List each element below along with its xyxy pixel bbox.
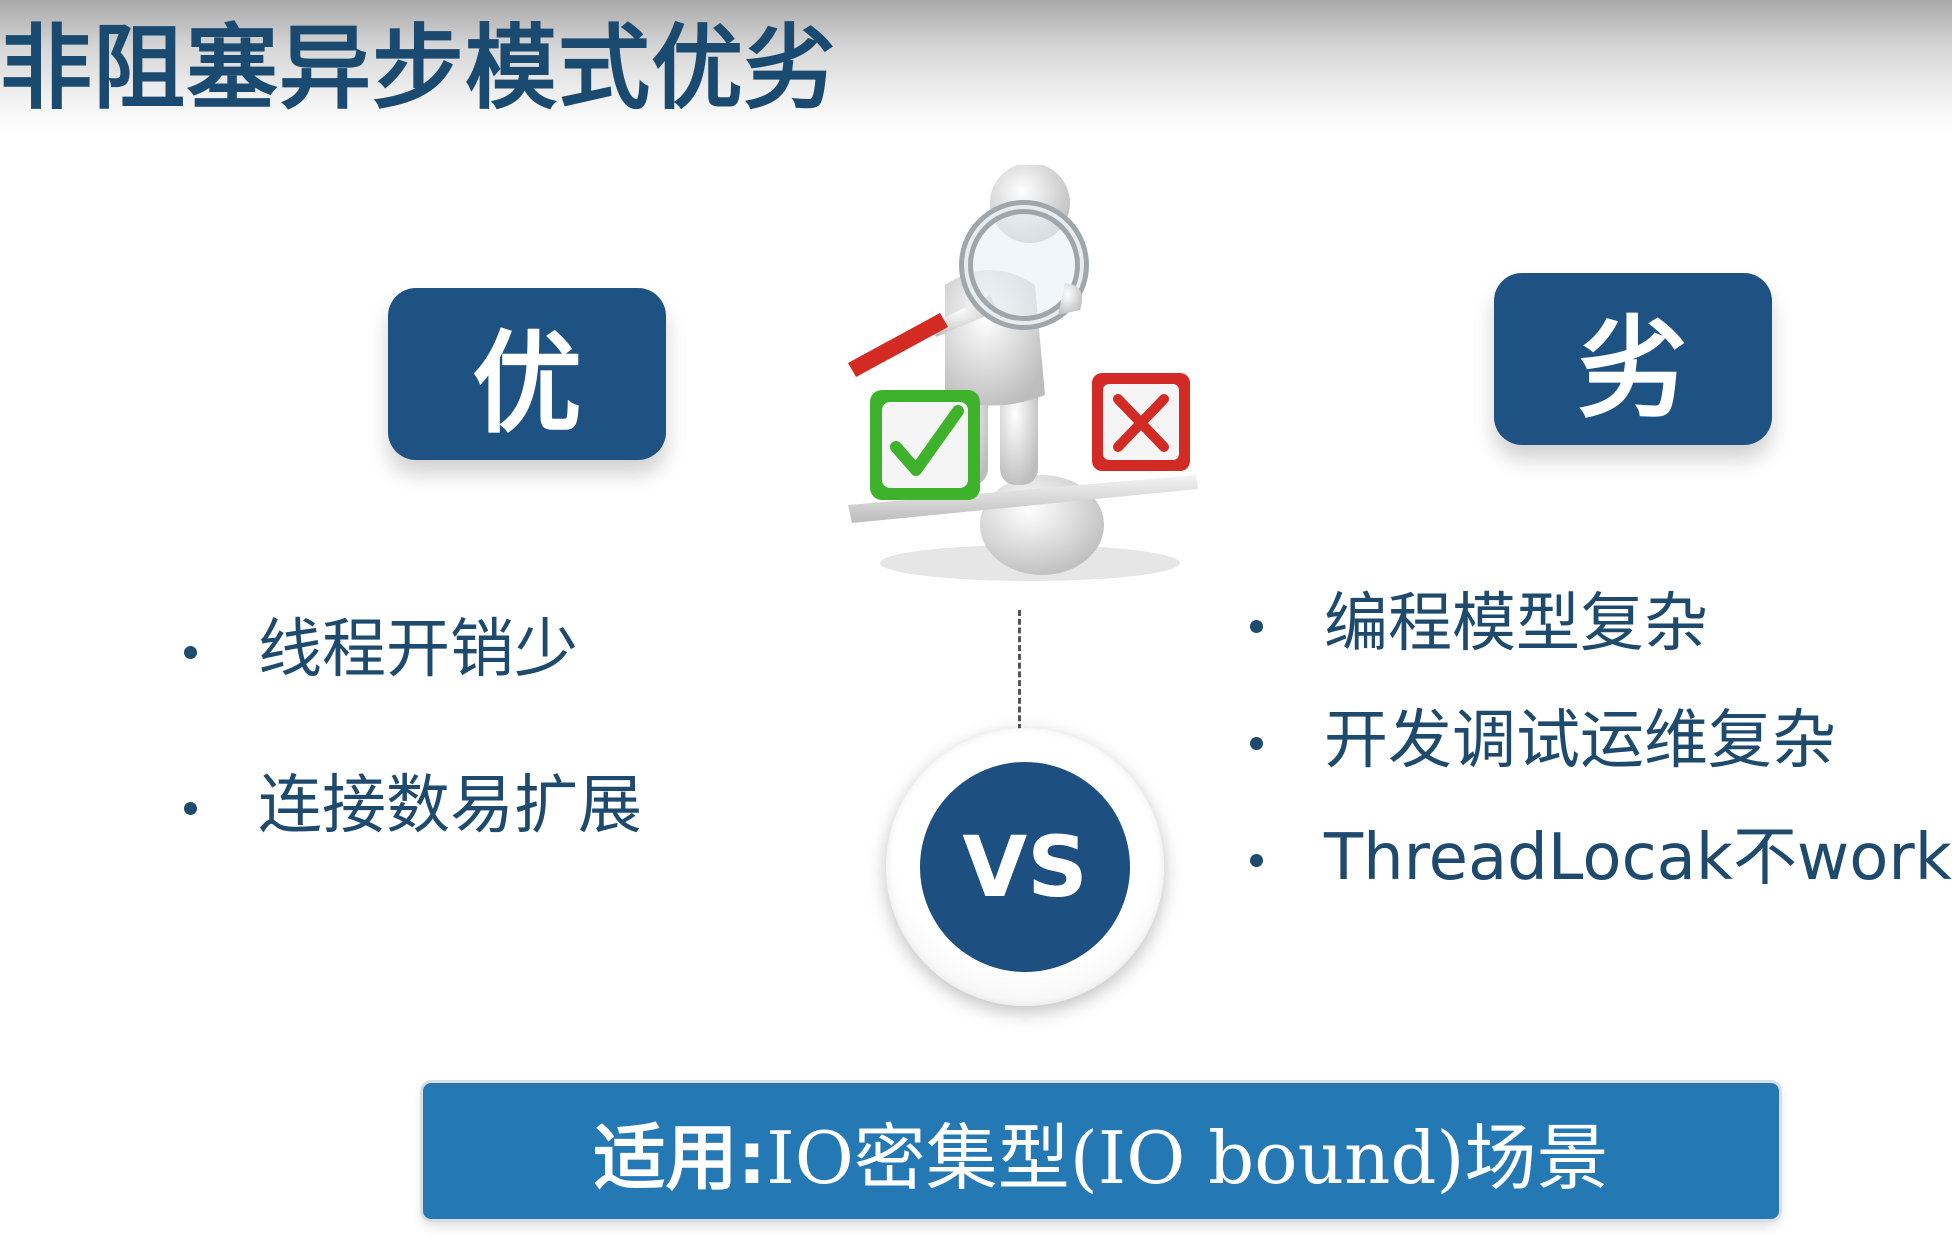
bullet-dot-icon <box>1250 737 1263 750</box>
bullet-dot-icon <box>184 802 197 815</box>
slide-title: 非阻塞异步模式优劣 <box>0 15 838 122</box>
applicability-value: IO密集型(IO bound)场景 <box>766 1115 1609 1200</box>
bullet-dot-icon <box>1250 854 1263 867</box>
pros-heading: 优 <box>388 288 666 460</box>
cross-mark-icon <box>1092 373 1190 471</box>
vs-badge: VS <box>920 762 1130 972</box>
cons-item-text: 编程模型复杂 <box>1324 587 1708 661</box>
check-mark-icon <box>870 390 980 500</box>
cons-item-text: 开发调试运维复杂 <box>1324 704 1836 778</box>
list-item: 线程开销少 <box>184 610 642 690</box>
bullet-dot-icon <box>184 646 197 659</box>
list-item: 连接数易扩展 <box>184 766 642 846</box>
applicability-label: 适用: <box>593 1115 767 1200</box>
pros-item-text: 连接数易扩展 <box>258 769 642 843</box>
list-item: 开发调试运维复杂 <box>1250 701 1952 781</box>
dashed-connector <box>1018 610 1021 730</box>
list-item: 编程模型复杂 <box>1250 584 1952 664</box>
applicability-banner: 适用: IO密集型(IO bound)场景 <box>423 1083 1779 1219</box>
bullet-dot-icon <box>1250 620 1263 633</box>
magnifier-handle-shape <box>848 313 948 377</box>
pros-list: 线程开销少 连接数易扩展 <box>184 610 642 922</box>
cons-item-text: ThreadLocak不work <box>1324 821 1952 895</box>
list-item: ThreadLocak不work <box>1250 818 1952 898</box>
pros-item-text: 线程开销少 <box>258 613 578 687</box>
magnifier-figure-icon <box>848 165 1198 581</box>
cons-heading: 劣 <box>1494 273 1772 445</box>
cons-list: 编程模型复杂 开发调试运维复杂 ThreadLocak不work <box>1250 584 1952 935</box>
